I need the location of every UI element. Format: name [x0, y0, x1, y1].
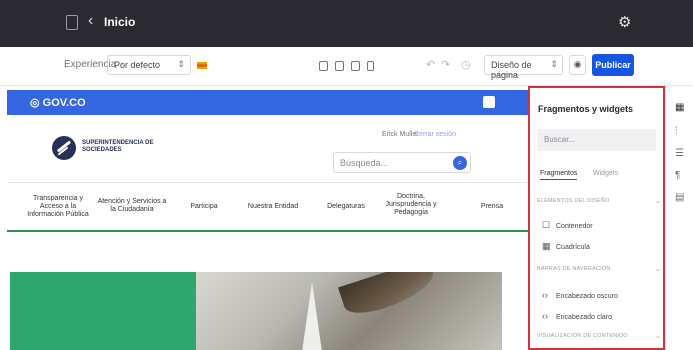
language-flag-icon[interactable] — [197, 62, 207, 69]
section-label: BARRAS DE NAVEGACIÓN — [537, 266, 611, 272]
gov-logo[interactable]: ◎ GOV.CO — [30, 96, 86, 109]
page-design-icon[interactable]: ¶ — [675, 170, 680, 181]
gov-shield-icon: ◎ — [30, 97, 40, 109]
right-rail: ▦ ⫶ ☰ ¶ ▤ — [665, 86, 693, 350]
section-label: VISUALIZACIÓN DE CONTENIDO — [537, 333, 628, 339]
eye-icon: ◉ — [573, 59, 582, 69]
hero-image-bird — [338, 272, 439, 320]
fragment-light-header[interactable]: ‹› Encabezado claro — [542, 311, 612, 321]
fragments-search-input[interactable]: Buscar... — [544, 135, 575, 144]
preview-button[interactable]: ◉ — [569, 55, 586, 75]
nav-item[interactable]: Atención y Servicios a la Ciudadanía — [95, 198, 169, 214]
fragment-dark-header[interactable]: ‹› Encabezado oscuro — [542, 290, 618, 300]
tab-fragments[interactable]: Fragmentos — [540, 170, 578, 180]
container-icon: ☐ — [542, 220, 551, 230]
pages-panel-icon[interactable] — [66, 15, 78, 30]
fragments-widgets-icon[interactable]: ▦ — [675, 102, 684, 113]
section-layout-elements[interactable]: ELEMENTOS DEL DISEÑO ⌄ — [537, 198, 661, 205]
search-input[interactable]: Búsqueda... — [340, 158, 388, 168]
nav-divider — [7, 230, 528, 232]
section-navigation-bars[interactable]: BARRAS DE NAVEGACIÓN ⌄ — [537, 266, 661, 273]
page-structure-icon[interactable]: ⫶ — [675, 126, 678, 137]
nav-item[interactable]: Doctrina, Jurisprudencia y Pedagogía — [379, 193, 443, 217]
gov-bar: ◎ GOV.CO — [7, 90, 528, 115]
accessibility-icon[interactable] — [483, 96, 495, 108]
fragment-label: Cuadrícula — [556, 244, 590, 251]
nav-item[interactable]: Participa — [179, 203, 229, 211]
fragment-label: Contenedor — [556, 223, 593, 230]
section-content-display[interactable]: VISUALIZACIÓN DE CONTENIDO ⌄ — [537, 333, 661, 340]
tab-widgets[interactable]: Widgets — [593, 170, 618, 177]
chevron-updown-icon: ⇕ — [177, 59, 185, 69]
nav-item[interactable]: Transparencia y Acceso a la Información … — [21, 195, 95, 219]
page-title: Inicio — [104, 15, 136, 29]
experience-select[interactable]: Por defecto ⇕ — [107, 55, 191, 75]
grid-icon: ▦ — [542, 241, 551, 251]
site-search[interactable]: Búsqueda... ⌕ — [333, 152, 471, 173]
panel-title: Fragmentos y widgets — [538, 104, 634, 114]
search-icon[interactable]: ⌕ — [453, 156, 467, 170]
redo-icon[interactable]: ↷ — [441, 58, 450, 71]
code-icon: ‹› — [542, 290, 548, 300]
phone-view-icon[interactable] — [367, 61, 374, 71]
chevron-down-icon: ⌄ — [655, 333, 662, 340]
chevron-down-icon: ⌄ — [655, 266, 662, 273]
nav-item[interactable]: Prensa — [473, 203, 511, 211]
experience-select-value: Por defecto — [114, 60, 161, 70]
history-icon[interactable]: ◷ — [461, 58, 471, 71]
chevron-down-icon: ⌄ — [655, 198, 662, 205]
fragment-label: Encabezado oscuro — [556, 293, 618, 300]
hero-image-spire — [302, 282, 322, 350]
undo-icon[interactable]: ↶ — [426, 58, 435, 71]
layout-select-value: Diseño de página — [491, 60, 532, 80]
layout-select[interactable]: Diseño de página ⇕ — [484, 55, 563, 80]
brand-name: SUPERINTENDENCIA DE SOCIEDADES — [82, 140, 154, 153]
fragments-search[interactable]: Buscar... — [537, 129, 656, 151]
gov-logo-text: GOV.CO — [42, 97, 86, 109]
chevron-updown-icon: ⇕ — [550, 59, 558, 69]
comments-icon[interactable]: ▤ — [675, 192, 684, 203]
desktop-view-icon[interactable] — [319, 61, 328, 71]
signout-link[interactable]: Cerrar sesión — [414, 131, 456, 138]
section-label: ELEMENTOS DEL DISEÑO — [537, 198, 610, 204]
gear-icon[interactable]: ⚙ — [618, 13, 631, 31]
back-icon[interactable]: ‹ — [88, 12, 93, 30]
editor-toolbar: Experiencia Por defecto ⇕ ↶ ↷ ◷ Diseño d… — [0, 47, 693, 86]
hero-image — [196, 272, 502, 350]
hero-banner-color — [10, 272, 196, 350]
site-nav: Transparencia y Acceso a la Información … — [7, 182, 528, 230]
fragments-panel: Fragmentos y widgets Buscar... Fragmento… — [528, 86, 665, 350]
landscape-phone-view-icon[interactable] — [351, 61, 360, 71]
nav-item[interactable]: Delegaturas — [317, 203, 375, 211]
top-bar: ‹ Inicio ⚙ — [0, 0, 693, 47]
fragment-container[interactable]: ☐ Contenedor — [542, 220, 593, 231]
fragment-grid[interactable]: ▦ Cuadrícula — [542, 241, 590, 252]
tablet-view-icon[interactable] — [335, 61, 344, 71]
fragment-label: Encabezado claro — [556, 314, 613, 321]
browser-icon[interactable]: ☰ — [675, 148, 684, 159]
code-icon: ‹› — [542, 311, 548, 321]
publish-button[interactable]: Publicar — [592, 54, 634, 76]
nav-item[interactable]: Nuestra Entidad — [243, 203, 303, 211]
